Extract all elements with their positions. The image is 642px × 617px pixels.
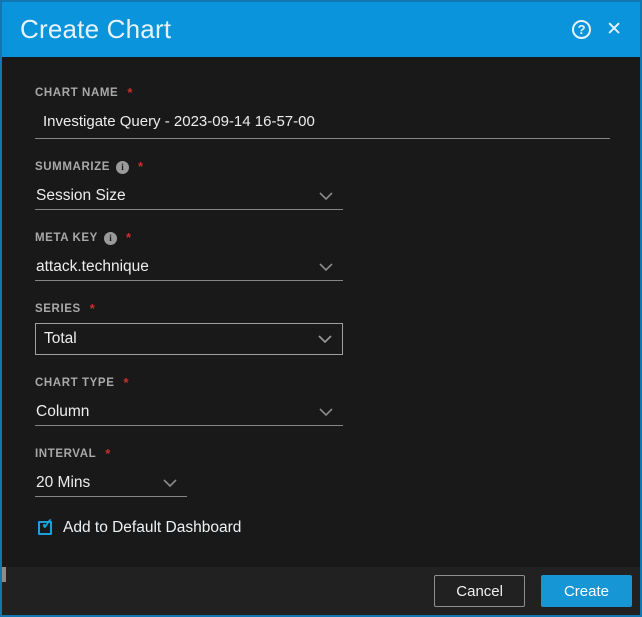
field-interval: INTERVAL * 20 Mins [35, 448, 610, 497]
field-chart-name: CHART NAME * [35, 87, 610, 139]
chart-name-label: CHART NAME [35, 87, 118, 99]
help-icon[interactable]: ? [572, 20, 591, 39]
field-chart-type: CHART TYPE * Column [35, 377, 610, 426]
required-marker: * [138, 162, 143, 172]
series-label: SERIES [35, 303, 81, 315]
chevron-down-icon [163, 479, 177, 488]
dialog-footer: Cancel Create [2, 567, 640, 615]
create-button[interactable]: Create [541, 575, 632, 607]
chevron-down-icon [318, 335, 332, 344]
summarize-label: SUMMARIZE [35, 161, 110, 173]
checkbox-checked-icon[interactable]: ✓ [38, 521, 52, 535]
meta-key-value: attack.technique [36, 258, 319, 276]
dialog-header: Create Chart ? ✕ [2, 2, 640, 57]
meta-key-select[interactable]: attack.technique [35, 258, 343, 281]
interval-select[interactable]: 20 Mins [35, 474, 187, 497]
chart-name-input[interactable] [35, 113, 610, 139]
summarize-value: Session Size [36, 187, 319, 205]
help-icon-glyph: ? [578, 22, 586, 37]
info-icon[interactable]: i [116, 161, 129, 174]
left-edge-scrollbar-thumb[interactable] [2, 567, 6, 582]
default-dashboard-checkbox-row[interactable]: ✓ Add to Default Dashboard [35, 519, 610, 537]
field-meta-key: META KEY i * attack.technique [35, 232, 610, 281]
chart-type-label: CHART TYPE [35, 377, 114, 389]
checkmark-glyph: ✓ [41, 517, 54, 532]
series-select[interactable]: Total [35, 323, 343, 355]
field-series: SERIES * Total [35, 303, 610, 355]
required-marker: * [126, 233, 131, 243]
close-icon-glyph: ✕ [606, 19, 622, 40]
chart-type-select[interactable]: Column [35, 403, 343, 426]
cancel-button[interactable]: Cancel [434, 575, 525, 607]
interval-label: INTERVAL [35, 448, 96, 460]
required-marker: * [127, 88, 132, 98]
field-summarize: SUMMARIZE i * Session Size [35, 161, 610, 210]
meta-key-label: META KEY [35, 232, 98, 244]
required-marker: * [90, 304, 95, 314]
required-marker: * [123, 378, 128, 388]
required-marker: * [105, 449, 110, 459]
dialog-body: CHART NAME * SUMMARIZE i * Session Size … [2, 57, 640, 567]
chevron-down-icon [319, 263, 333, 272]
default-dashboard-checkbox-label: Add to Default Dashboard [63, 519, 241, 537]
chevron-down-icon [319, 192, 333, 201]
close-icon[interactable]: ✕ [606, 20, 622, 39]
chevron-down-icon [319, 408, 333, 417]
chart-type-value: Column [36, 403, 319, 421]
interval-value: 20 Mins [36, 474, 163, 492]
series-value: Total [44, 330, 318, 348]
info-icon[interactable]: i [104, 232, 117, 245]
create-chart-dialog: Create Chart ? ✕ CHART NAME * SUMMARIZE … [0, 0, 642, 617]
dialog-title: Create Chart [20, 14, 572, 45]
summarize-select[interactable]: Session Size [35, 187, 343, 210]
